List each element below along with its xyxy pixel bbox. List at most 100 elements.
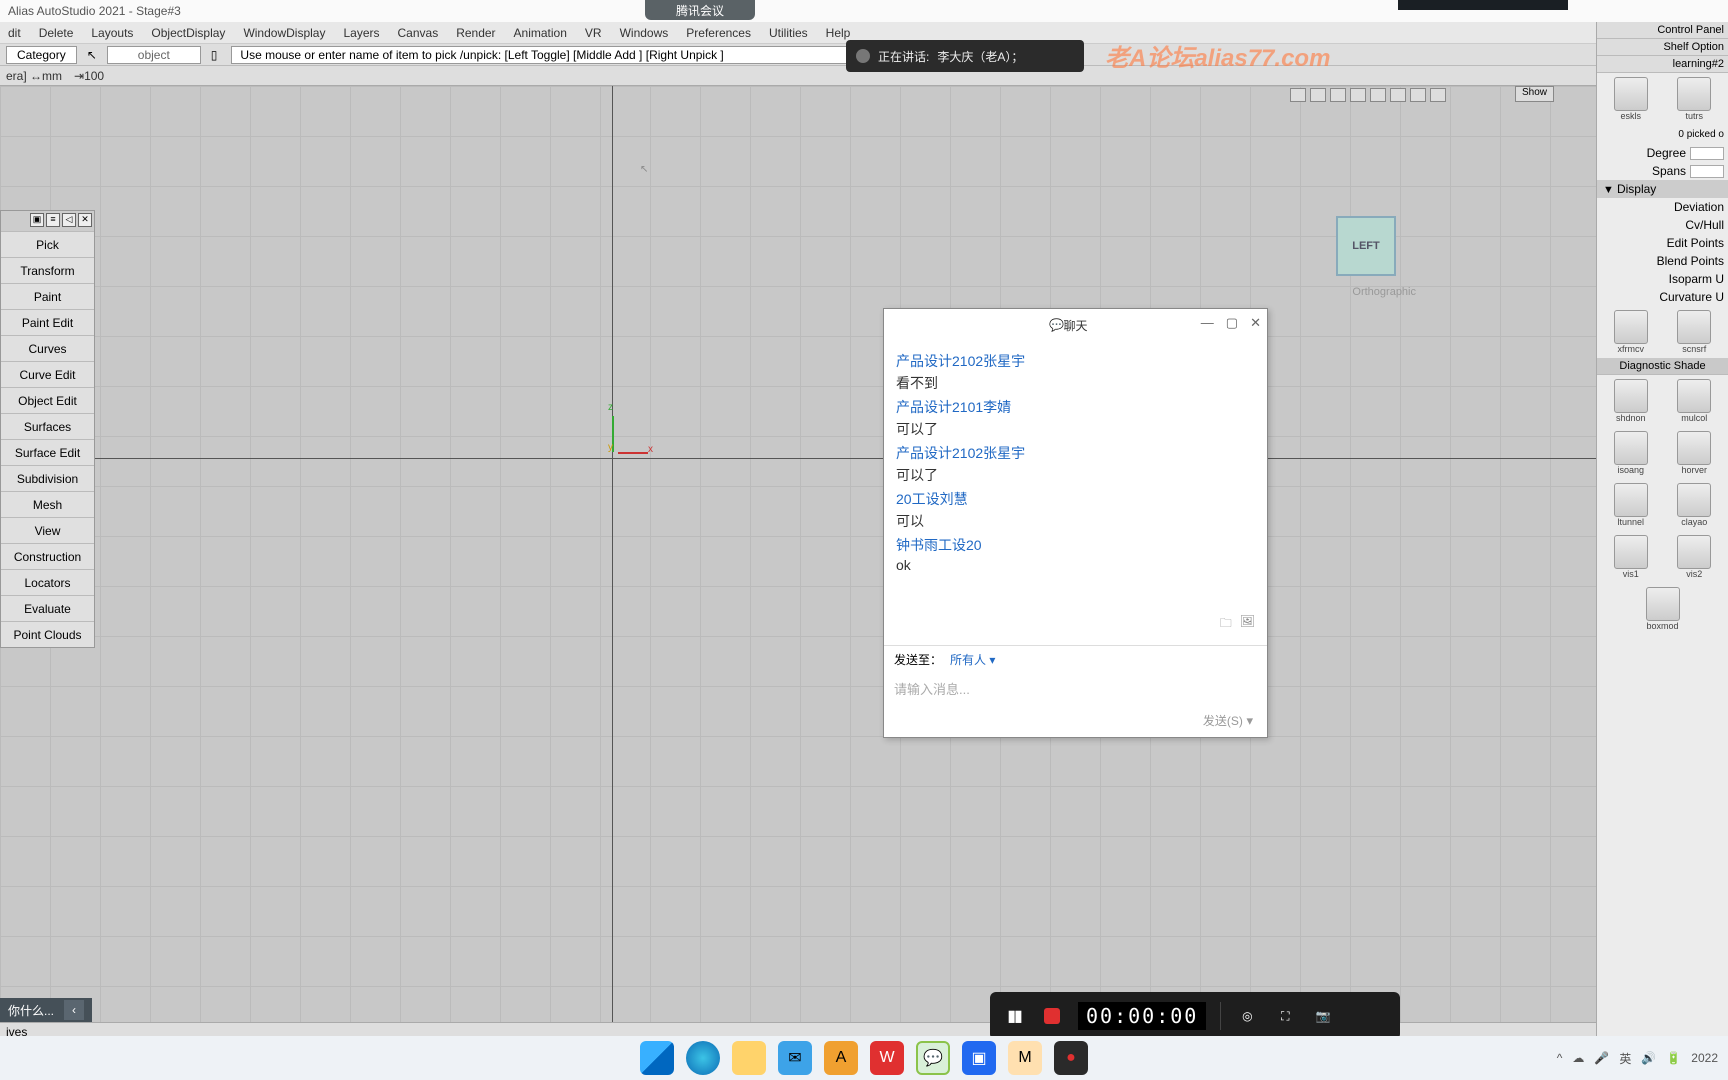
palette-transform[interactable]: Transform [1,257,94,283]
pick-hint-field[interactable]: Use mouse or enter name of item to pick … [231,46,911,64]
vp-icon-6[interactable] [1390,88,1406,102]
app-a-icon[interactable]: A [824,1041,858,1075]
chat-folder-icon[interactable]: 🗀 [1220,614,1232,635]
menu-vr[interactable]: VR [585,26,602,40]
palette-curve-edit[interactable]: Curve Edit [1,361,94,387]
palette-pointclouds[interactable]: Point Clouds [1,621,94,647]
ltunnel-icon[interactable] [1614,483,1648,517]
chat-window[interactable]: 💬 聊天 — ▢ ✕ 产品设计2102张星宇 看不到 产品设计2101李婧 可以… [883,308,1268,738]
explorer-app-icon[interactable] [732,1041,766,1075]
vp-icon-3[interactable] [1330,88,1346,102]
menu-layouts[interactable]: Layouts [91,26,133,40]
tray-chevron-icon[interactable]: ^ [1557,1051,1563,1065]
palette-paint-edit[interactable]: Paint Edit [1,309,94,335]
palette-surfaces[interactable]: Surfaces [1,413,94,439]
tencent-meeting-app-icon[interactable]: ▣ [962,1041,996,1075]
menu-windowdisplay[interactable]: WindowDisplay [243,26,325,40]
palette-construction[interactable]: Construction [1,543,94,569]
palette-pick[interactable]: Pick [1,231,94,257]
prop-blendpoints[interactable]: Blend Points [1657,254,1724,268]
diagnostic-shade-header[interactable]: Diagnostic Shade [1597,358,1728,375]
vis2-icon[interactable] [1677,535,1711,569]
palette-curves[interactable]: Curves [1,335,94,361]
palette-paint[interactable]: Paint [1,283,94,309]
recorder-app-icon[interactable]: ● [1054,1041,1088,1075]
viewport[interactable]: Show x z y ↖ LEFT Orthographic [0,86,1596,1045]
vp-icon-5[interactable] [1370,88,1386,102]
prop-editpoints[interactable]: Edit Points [1667,236,1724,250]
menu-help[interactable]: Help [826,26,851,40]
screen-recorder-bar[interactable]: ▮▮ 00:00:00 ◎ ⛶ 📷 [990,992,1400,1040]
chat-close-icon[interactable]: ✕ [1250,315,1261,331]
chat-screenshot-icon[interactable]: 🖼 [1240,614,1255,635]
vp-icon-8[interactable] [1430,88,1446,102]
horver-icon[interactable] [1677,431,1711,465]
pick-input-toggle-icon[interactable]: ▯ [211,48,218,62]
chat-titlebar[interactable]: 💬 聊天 — ▢ ✕ [884,309,1267,341]
xfrmcv-tool-icon[interactable] [1614,310,1648,344]
tray-mic-icon[interactable]: 🎤 [1594,1051,1609,1065]
palette-evaluate[interactable]: Evaluate [1,595,94,621]
spans-input[interactable] [1690,165,1724,178]
prop-deviation[interactable]: Deviation [1674,200,1724,214]
vp-icon-7[interactable] [1410,88,1426,102]
chat-messages[interactable]: 产品设计2102张星宇 看不到 产品设计2101李婧 可以了 产品设计2102张… [884,341,1267,645]
menu-windows[interactable]: Windows [620,26,669,40]
palette-expand-icon[interactable]: ▣ [30,213,44,227]
sendto-dropdown[interactable]: 所有人 ▾ [950,651,995,668]
tray-ime[interactable]: 英 [1619,1050,1631,1067]
palette-list-icon[interactable]: ≡ [46,213,60,227]
chat-maximize-icon[interactable]: ▢ [1226,315,1238,331]
palette-locators[interactable]: Locators [1,569,94,595]
palette-close-icon[interactable]: ✕ [78,213,92,227]
prop-curvature[interactable]: Curvature U [1659,290,1724,304]
prop-cvhull[interactable]: Cv/Hull [1685,218,1724,232]
chat-minimize-icon[interactable]: — [1201,315,1214,331]
menu-animation[interactable]: Animation [514,26,567,40]
palette-object-edit[interactable]: Object Edit [1,387,94,413]
tencent-meeting-pill[interactable]: 腾讯会议 [645,0,755,20]
viewport-show-button[interactable]: Show [1515,86,1554,102]
control-panel-header[interactable]: Control Panel [1597,22,1728,39]
recorder-target-icon[interactable]: ◎ [1235,1004,1259,1028]
mail-app-icon[interactable]: ✉ [778,1041,812,1075]
wps-app-icon[interactable]: W [870,1041,904,1075]
eskls-tool-icon[interactable] [1614,77,1648,111]
shdnon-icon[interactable] [1614,379,1648,413]
shelf-option-header[interactable]: Shelf Option [1597,39,1728,56]
menu-utilities[interactable]: Utilities [769,26,808,40]
palette-subdivision[interactable]: Subdivision [1,465,94,491]
palette-back-icon[interactable]: ◁ [62,213,76,227]
recorder-fullscreen-icon[interactable]: ⛶ [1273,1004,1297,1028]
vp-icon-2[interactable] [1310,88,1326,102]
chat-send-button[interactable]: 发送(S) ▾ [1203,712,1253,729]
viewcube[interactable]: LEFT [1336,216,1396,276]
wechat-app-icon[interactable]: 💬 [916,1041,950,1075]
display-section-header[interactable]: ▼ Display [1597,180,1728,198]
mulcol-icon[interactable] [1677,379,1711,413]
system-tray[interactable]: ^ ☁ 🎤 英 🔊 🔋 2022 [1557,1050,1718,1067]
tray-cloud-icon[interactable]: ☁ [1572,1051,1584,1065]
prop-isoparm[interactable]: Isoparm U [1669,272,1724,286]
menu-objectdisplay[interactable]: ObjectDisplay [151,26,225,40]
learning-tab[interactable]: learning#2 [1597,56,1728,73]
boxmod-icon[interactable] [1646,587,1680,621]
recorder-pause-button[interactable]: ▮▮ [1002,1004,1026,1028]
vp-icon-4[interactable] [1350,88,1366,102]
meeting-toolbar[interactable]: 你什么... ‹ [0,998,92,1022]
menu-render[interactable]: Render [456,26,495,40]
tray-volume-icon[interactable]: 🔊 [1641,1051,1656,1065]
pick-category-button[interactable]: Category [6,46,77,64]
start-button[interactable] [640,1041,674,1075]
clayao-icon[interactable] [1677,483,1711,517]
degree-input[interactable] [1690,147,1724,160]
menu-preferences[interactable]: Preferences [686,26,751,40]
scnsrf-tool-icon[interactable] [1677,310,1711,344]
recorder-camera-icon[interactable]: 📷 [1311,1004,1335,1028]
menu-delete[interactable]: Delete [39,26,74,40]
menu-canvas[interactable]: Canvas [398,26,439,40]
tutrs-tool-icon[interactable] [1677,77,1711,111]
pick-mode-field[interactable]: object [107,46,201,64]
app-m-icon[interactable]: M [1008,1041,1042,1075]
recorder-stop-button[interactable] [1040,1004,1064,1028]
